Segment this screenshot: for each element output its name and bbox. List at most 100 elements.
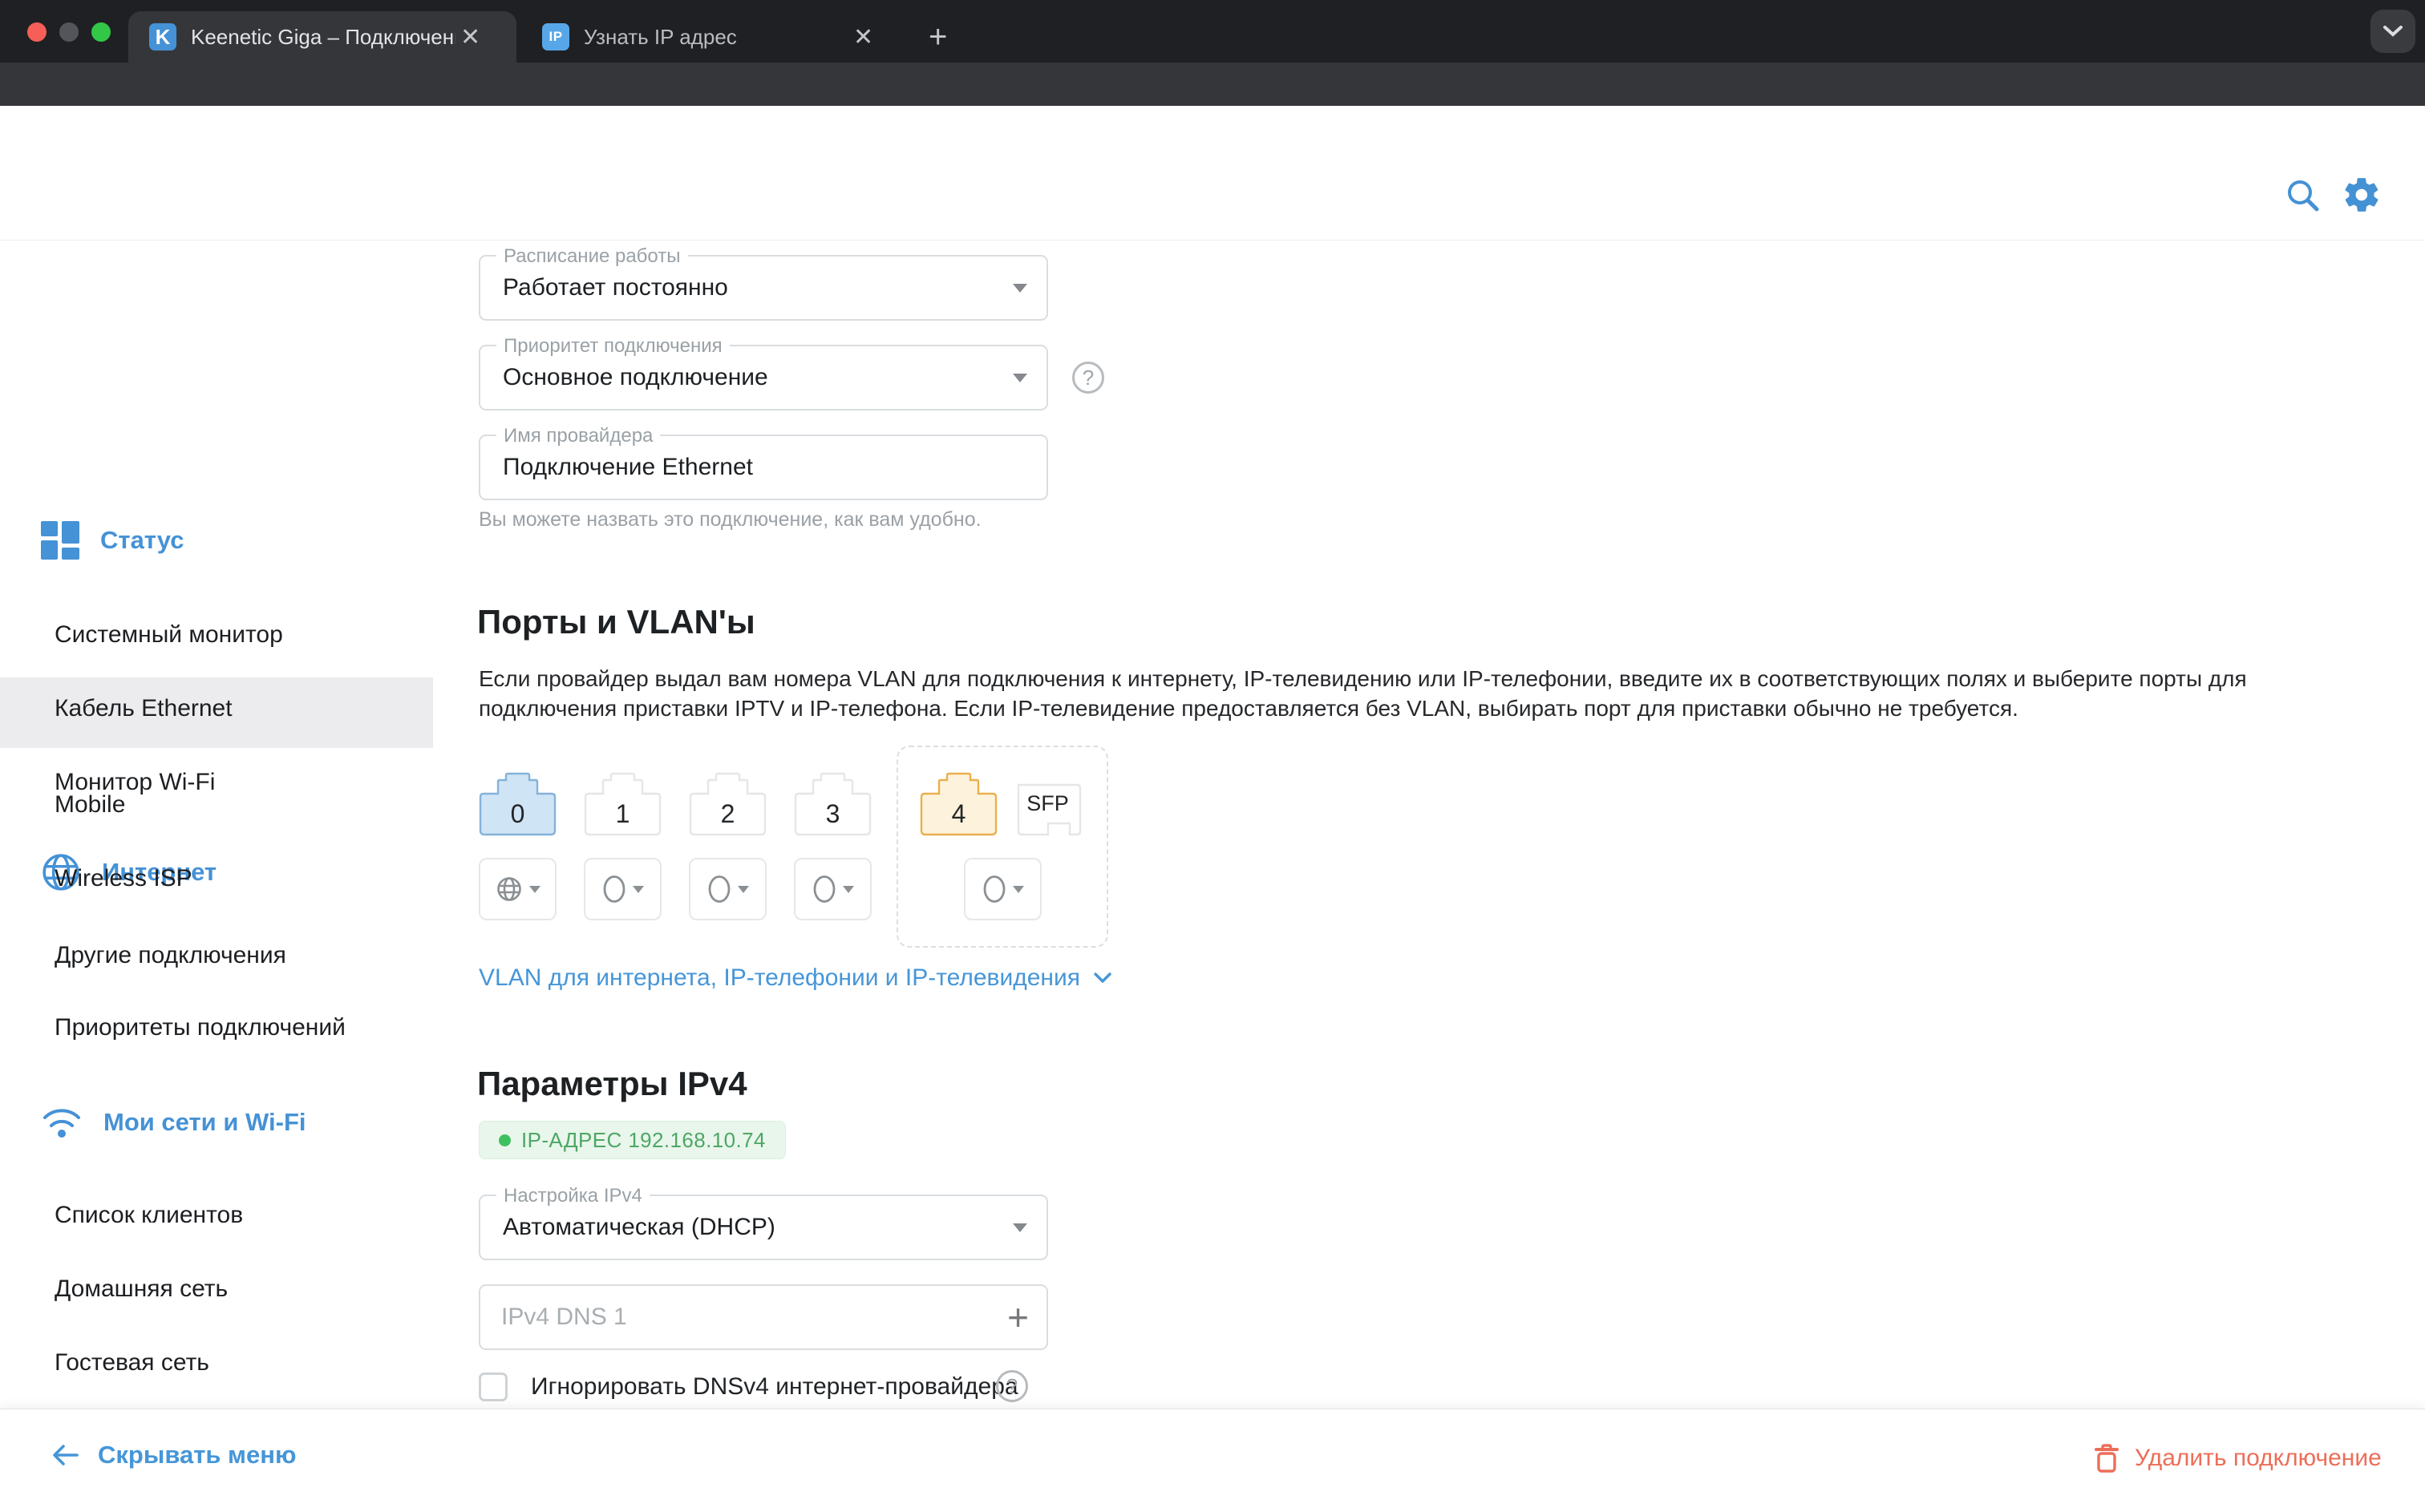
sidebar-item-wireless-isp[interactable]: Wireless ISP <box>55 858 192 900</box>
sidebar-item-client-list[interactable]: Список клиентов <box>55 1195 243 1236</box>
sidebar: Статус Системный монитор Монитор трафика… <box>0 241 438 1409</box>
dashboard-icon <box>41 521 79 560</box>
field-value: Автоматическая (DHCP) <box>503 1214 775 1241</box>
port-label: 2 <box>689 794 767 834</box>
sidebar-item-connection-priorities[interactable]: Приоритеты подключений <box>55 1007 346 1049</box>
chevron-down-icon <box>2382 25 2403 38</box>
field-value: Основное подключение <box>503 364 768 391</box>
ip-address-text: IP-АДРЕС 192.168.10.74 <box>521 1128 766 1153</box>
port-2[interactable]: 2 <box>689 772 767 836</box>
ip-address-badge: IP-АДРЕС 192.168.10.74 <box>479 1121 786 1159</box>
port-sfp[interactable]: SFP <box>1009 772 1087 836</box>
new-tab-button[interactable]: + <box>929 24 947 50</box>
sidebar-section-my-networks[interactable]: Мои сети и Wi-Fi <box>41 1102 306 1143</box>
empty-role-icon <box>812 874 836 904</box>
chevron-down-icon <box>1013 374 1027 382</box>
sidebar-item-mobile[interactable]: Mobile <box>55 784 125 826</box>
ports-section-title: Порты и VLAN'ы <box>477 603 755 641</box>
chevron-down-icon <box>1013 1223 1027 1232</box>
footer-bar: Скрывать меню Удалить подключение <box>0 1409 2425 1512</box>
collapse-menu-button[interactable]: Скрывать меню <box>50 1441 296 1470</box>
sidebar-section-label: Статус <box>100 526 184 555</box>
gear-icon[interactable] <box>2342 175 2382 215</box>
field-label: Настройка IPv4 <box>496 1185 650 1207</box>
status-dot <box>499 1134 511 1146</box>
browser-tab-bar: K Keenetic Giga – Подключени ✕ IP Узнать… <box>0 0 2425 63</box>
ipv4-config-select[interactable]: Настройка IPv4 Автоматическая (DHCP) <box>479 1195 1048 1260</box>
port-label: 4 <box>920 794 998 834</box>
chevron-down-icon <box>529 886 540 893</box>
empty-role-icon <box>602 874 626 904</box>
sidebar-item-home-network[interactable]: Домашняя сеть <box>55 1268 228 1310</box>
ports-description: Если провайдер выдал вам номера VLAN для… <box>479 664 2279 723</box>
port-label: 1 <box>584 794 662 834</box>
tab-ip-address[interactable]: IP Узнать IP адрес ✕ <box>521 11 913 63</box>
ignore-dns-help-icon[interactable]: ? <box>996 1370 1028 1402</box>
sidebar-item-guest-network[interactable]: Гостевая сеть <box>55 1342 209 1384</box>
delete-connection-button[interactable]: Удалить подключение <box>2093 1442 2382 1474</box>
port-label: SFP <box>1009 784 1087 823</box>
add-dns-icon[interactable]: + <box>1007 1296 1029 1339</box>
chevron-down-icon <box>1013 284 1027 293</box>
sidebar-section-status[interactable]: Статус <box>41 519 184 561</box>
field-value: Подключение Ethernet <box>503 454 753 481</box>
provider-helper-text: Вы можете назвать это подключение, как в… <box>479 508 982 532</box>
sidebar-item-other-connections[interactable]: Другие подключения <box>55 935 286 976</box>
chevron-down-icon <box>843 886 854 893</box>
port-3[interactable]: 3 <box>794 772 872 836</box>
main-content: Расписание работы Работает постоянно При… <box>438 241 2425 1409</box>
wifi-icon <box>41 1105 83 1140</box>
chevron-down-icon <box>1093 972 1112 984</box>
trash-icon <box>2093 1442 2120 1474</box>
tab-title: Узнать IP адрес <box>584 25 848 50</box>
field-label: Расписание работы <box>496 245 688 268</box>
port-4[interactable]: 4 <box>920 772 998 836</box>
keenetic-favicon: K <box>149 23 176 51</box>
schedule-select[interactable]: Расписание работы Работает постоянно <box>479 255 1048 321</box>
chevron-down-icon <box>1013 886 1024 893</box>
window-minimize-button[interactable] <box>59 22 79 42</box>
field-label: Приоритет подключения <box>496 335 730 358</box>
dns-field[interactable]: + <box>479 1284 1048 1350</box>
port-1-role-select[interactable] <box>584 858 662 920</box>
provider-name-field[interactable]: Имя провайдера Подключение Ethernet <box>479 435 1048 500</box>
sidebar-item-ethernet-cable[interactable]: Кабель Ethernet <box>55 688 233 730</box>
chevron-down-icon <box>633 886 644 893</box>
vlan-expand-link[interactable]: VLAN для интернета, IP-телефонии и IP-те… <box>479 964 1112 992</box>
port-0[interactable]: 0 <box>479 772 557 836</box>
tab-search-button[interactable] <box>2370 10 2415 53</box>
search-icon[interactable] <box>2284 176 2322 215</box>
priority-select[interactable]: Приоритет подключения Основное подключен… <box>479 345 1048 410</box>
empty-role-icon <box>982 874 1006 904</box>
port-label: 0 <box>479 794 557 834</box>
sidebar-item-system-monitor[interactable]: Системный монитор <box>55 614 283 656</box>
sfp-group-role-select[interactable] <box>964 858 1042 920</box>
port-3-role-select[interactable] <box>794 858 872 920</box>
window-close-button[interactable] <box>27 22 47 42</box>
ignore-dns-label: Игнорировать DNSv4 интернет-провайдера <box>531 1366 1018 1408</box>
dns-input[interactable] <box>501 1286 982 1348</box>
port-1[interactable]: 1 <box>584 772 662 836</box>
tab-title: Keenetic Giga – Подключени <box>191 25 455 50</box>
browser-toolbar: Not Secure 192.168.1.1/wired/GigabitEthe… <box>0 63 2425 106</box>
field-label: Имя провайдера <box>496 425 660 447</box>
collapse-menu-label: Скрывать меню <box>98 1441 296 1470</box>
chevron-down-icon <box>738 886 749 893</box>
arrow-left-icon <box>50 1441 82 1470</box>
internet-globe-icon <box>496 875 523 903</box>
delete-connection-label: Удалить подключение <box>2135 1445 2382 1472</box>
app-header: KEENETIC GIGA <box>0 106 2425 241</box>
tab-keenetic[interactable]: K Keenetic Giga – Подключени ✕ <box>128 11 516 63</box>
close-tab-icon[interactable]: ✕ <box>460 23 480 51</box>
priority-help-icon[interactable]: ? <box>1072 362 1104 394</box>
port-2-role-select[interactable] <box>689 858 767 920</box>
ignore-dns-checkbox[interactable] <box>479 1373 508 1401</box>
vlan-link-label: VLAN для интернета, IP-телефонии и IP-те… <box>479 964 1080 992</box>
sidebar-section-label: Мои сети и Wi-Fi <box>103 1108 306 1137</box>
close-tab-icon[interactable]: ✕ <box>853 23 873 51</box>
ip-favicon: IP <box>542 23 569 51</box>
ipv4-section-title: Параметры IPv4 <box>477 1065 747 1103</box>
window-zoom-button[interactable] <box>91 22 111 42</box>
port-0-role-select[interactable] <box>479 858 557 920</box>
port-label: 3 <box>794 794 872 834</box>
